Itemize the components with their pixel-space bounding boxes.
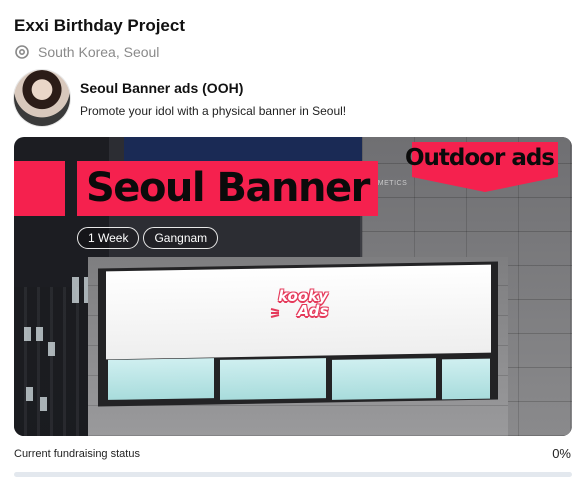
window bbox=[48, 342, 55, 356]
corner-badge-text: Outdoor ads bbox=[404, 145, 555, 171]
location-text: South Korea, Seoul bbox=[38, 44, 160, 60]
avatar[interactable] bbox=[14, 70, 70, 126]
building-left bbox=[14, 287, 94, 436]
banner-headline: Seoul Banner bbox=[77, 161, 378, 216]
window bbox=[36, 327, 43, 341]
spark-icon bbox=[270, 308, 280, 318]
project-title: Exxi Birthday Project bbox=[14, 16, 186, 35]
fundraising-progress-bar bbox=[14, 472, 572, 477]
kooky-ads-logo: kooky Ads bbox=[268, 289, 338, 319]
logo-text-bottom: Ads bbox=[297, 302, 329, 320]
banner-image[interactable]: PHILOS COSMETICS kooky Ads Seoul Banner … bbox=[14, 137, 572, 436]
glass-panel bbox=[332, 358, 436, 400]
window bbox=[24, 327, 31, 341]
location: South Korea, Seoul bbox=[14, 44, 159, 60]
ad-title[interactable]: Seoul Banner ads (OOH) bbox=[80, 80, 346, 96]
ad-description: Promote your idol with a physical banner… bbox=[80, 104, 347, 118]
fundraising-percent: 0% bbox=[552, 446, 571, 461]
window bbox=[26, 387, 33, 401]
window bbox=[40, 397, 47, 411]
ad-summary: Seoul Banner ads (OOH) Promote your idol… bbox=[14, 70, 346, 126]
location-pin-icon bbox=[15, 45, 29, 59]
glass-panel bbox=[220, 358, 326, 400]
accent-block bbox=[14, 161, 65, 216]
glass-panel bbox=[442, 358, 490, 400]
glass-panel bbox=[108, 358, 214, 400]
tag-duration: 1 Week bbox=[77, 227, 140, 249]
fundraising-label: Current fundraising status bbox=[14, 448, 140, 460]
banner-tags: 1 Week Gangnam bbox=[77, 227, 219, 249]
window bbox=[72, 277, 79, 303]
tag-area: Gangnam bbox=[143, 227, 219, 249]
